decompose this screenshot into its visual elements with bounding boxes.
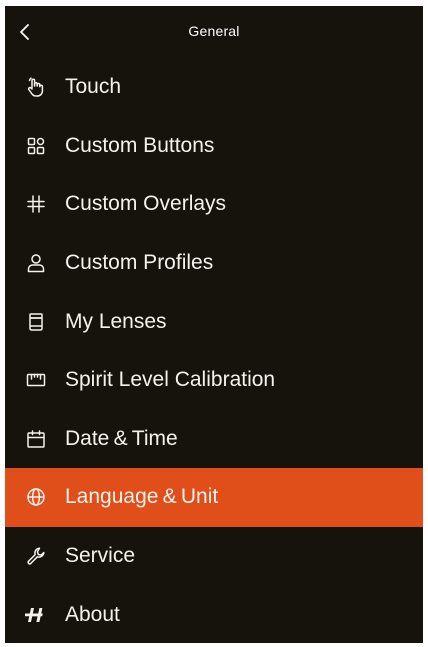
settings-screen: General Touch Custom Buttons Custom Over… — [5, 6, 423, 643]
globe-icon — [25, 486, 47, 508]
lens-icon — [25, 311, 47, 333]
menu-item-label: Service — [65, 544, 136, 568]
touch-hand-icon — [25, 76, 47, 98]
menu-item-service[interactable]: Service — [5, 527, 423, 586]
wrench-icon — [25, 545, 47, 567]
spirit-level-icon — [25, 369, 47, 391]
menu-item-about[interactable]: About — [5, 585, 423, 643]
menu-item-touch[interactable]: Touch — [5, 58, 423, 117]
menu-item-spirit-level-calibration[interactable]: Spirit Level Calibration — [5, 351, 423, 410]
person-icon — [25, 252, 47, 274]
grid-buttons-icon — [25, 135, 47, 157]
menu-item-label: Spirit Level Calibration — [65, 368, 276, 392]
header: General — [5, 6, 423, 58]
menu-item-label: Custom Profiles — [65, 251, 214, 275]
menu-item-custom-overlays[interactable]: Custom Overlays — [5, 175, 423, 234]
menu-item-label: Language & Unit — [65, 485, 219, 509]
settings-menu: Touch Custom Buttons Custom Overlays Cus… — [5, 58, 423, 643]
hash-grid-icon — [25, 193, 47, 215]
menu-item-label: Custom Overlays — [65, 192, 227, 216]
menu-item-label: My Lenses — [65, 309, 167, 333]
menu-item-custom-buttons[interactable]: Custom Buttons — [5, 117, 423, 176]
menu-item-custom-profiles[interactable]: Custom Profiles — [5, 234, 423, 293]
brand-h-icon — [25, 604, 47, 626]
menu-item-label: Date & Time — [65, 426, 178, 450]
page-title: General — [188, 23, 240, 39]
menu-item-label: About — [65, 602, 120, 626]
calendar-icon — [25, 428, 47, 450]
menu-item-language-unit[interactable]: Language & Unit — [5, 468, 423, 527]
menu-item-label: Custom Buttons — [65, 133, 215, 157]
menu-item-date-time[interactable]: Date & Time — [5, 410, 423, 469]
menu-item-label: Touch — [65, 75, 122, 99]
menu-item-my-lenses[interactable]: My Lenses — [5, 292, 423, 351]
